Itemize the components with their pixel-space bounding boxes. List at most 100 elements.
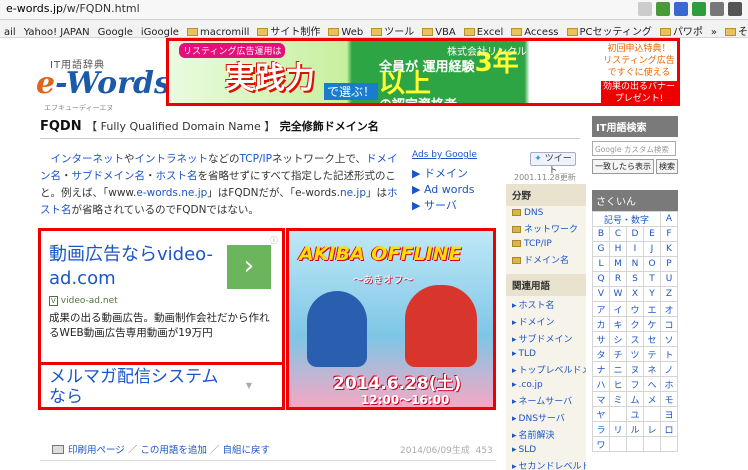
ad-link-domain[interactable]: ▶ ドメイン (412, 166, 475, 182)
akiba-offline-ad[interactable]: AKIBA OFFLINE 〜あきオフ〜 2014.6.28(土) 12:00〜… (286, 228, 496, 410)
index-cell[interactable]: T (643, 271, 661, 287)
index-cell[interactable]: ユ (626, 406, 644, 422)
ad-link-adwords[interactable]: ▶ Ad words (412, 182, 475, 198)
video-ad-url[interactable]: Vvideo-ad.net (49, 296, 118, 306)
link-subdomain[interactable]: サブドメイン名 (72, 170, 146, 182)
related-term-item[interactable]: ▸ .co.jp (506, 378, 586, 392)
ad-link-server[interactable]: ▶ サーバ (412, 198, 475, 214)
bookmark-item[interactable]: » (707, 24, 721, 37)
related-term-item[interactable]: ▸ ネームサーバ (506, 392, 586, 409)
bookmark-item[interactable]: ail (0, 24, 20, 37)
index-cell[interactable]: リ (609, 421, 627, 437)
index-cell[interactable]: ケ (643, 316, 661, 332)
address-bar[interactable]: e-words.jp/w/FQDN.html (0, 0, 748, 20)
index-cell[interactable]: K (660, 241, 678, 257)
index-cell[interactable]: R (609, 271, 627, 287)
related-term-item[interactable]: ▸ サブドメイン (506, 330, 586, 347)
bookmark-item[interactable]: ツール (367, 20, 418, 37)
index-cell[interactable]: ク (626, 316, 644, 332)
top-banner-ad[interactable]: リスティング広告運用は 実践力 で選ぶ！ 全員が 運用経験3年以上 の認定資格者 … (166, 38, 680, 106)
index-cell[interactable]: シ (609, 331, 627, 347)
bookmark-item[interactable]: Google (94, 24, 137, 37)
search-input[interactable]: Google カスタム検索 (592, 141, 676, 156)
index-cell[interactable]: ハ (592, 376, 610, 392)
index-cell[interactable]: ト (660, 346, 678, 362)
index-cell[interactable]: ヤ (592, 406, 610, 422)
index-cell[interactable]: ス (626, 331, 644, 347)
index-cell[interactable]: ヒ (609, 376, 627, 392)
index-cell[interactable]: O (643, 256, 661, 272)
related-term-item[interactable]: ▸ ホスト名 (506, 296, 586, 313)
index-cell[interactable]: V (592, 286, 610, 302)
index-cell[interactable]: カ (592, 316, 610, 332)
index-cell[interactable]: B (592, 226, 610, 242)
index-cell[interactable]: メ (643, 391, 661, 407)
index-cell[interactable]: G (592, 241, 610, 257)
index-cell[interactable]: Q (592, 271, 610, 287)
index-cell[interactable]: Z (660, 286, 678, 302)
category-item[interactable]: ドメイン名 (506, 251, 586, 268)
index-cell[interactable]: ツ (626, 346, 644, 362)
index-cell[interactable]: モ (660, 391, 678, 407)
search-button[interactable]: 検索 (656, 159, 678, 174)
index-cell[interactable]: テ (643, 346, 661, 362)
link-internet[interactable]: インターネット (51, 153, 125, 165)
index-cell[interactable]: N (626, 256, 644, 272)
category-item[interactable]: TCP/IP (506, 237, 586, 251)
related-term-item[interactable]: ▸ TLD (506, 347, 586, 361)
index-cell[interactable]: フ (626, 376, 644, 392)
index-cell[interactable]: エ (643, 301, 661, 317)
page-icon[interactable] (638, 2, 652, 16)
link-hostname[interactable]: ホスト名 (156, 170, 198, 182)
index-cell[interactable]: 記号・数字 (592, 211, 661, 227)
index-cell[interactable]: ウ (626, 301, 644, 317)
bookmark-item[interactable]: Excel (460, 24, 508, 37)
report-link[interactable]: 自組に戻す (222, 445, 270, 456)
index-cell[interactable]: X (626, 286, 644, 302)
index-cell[interactable]: I (626, 241, 644, 257)
index-cell[interactable]: ナ (592, 361, 610, 377)
index-cell[interactable]: ヌ (626, 361, 644, 377)
index-cell[interactable]: ア (592, 301, 610, 317)
index-cell[interactable]: Y (643, 286, 661, 302)
bookmark-item[interactable]: パワポ (656, 20, 707, 37)
index-cell[interactable]: キ (609, 316, 627, 332)
mailmag-ad-headline[interactable]: メルマガ配信システムなら (49, 367, 229, 407)
url-text[interactable]: e-words.jp/w/FQDN.html (6, 2, 140, 15)
extension-icon-3[interactable] (692, 2, 706, 16)
bookmark-item[interactable]: サイト制作 (253, 20, 324, 37)
link-intranet[interactable]: イントラネット (135, 153, 209, 165)
category-item[interactable]: DNS (506, 206, 586, 220)
index-cell[interactable]: レ (643, 421, 661, 437)
index-cell[interactable]: コ (660, 316, 678, 332)
index-cell[interactable]: L (592, 256, 610, 272)
exact-match-button[interactable]: 一致したら表示 (592, 159, 654, 174)
index-cell[interactable]: ル (626, 421, 644, 437)
eyedropper-icon[interactable] (710, 2, 724, 16)
site-logo[interactable]: e-Words (36, 66, 171, 101)
related-term-item[interactable]: ▸ 名前解決 (506, 426, 586, 443)
index-cell[interactable]: J (643, 241, 661, 257)
index-cell[interactable]: チ (609, 346, 627, 362)
related-term-item[interactable]: ▸ ドメイン (506, 313, 586, 330)
print-page-link[interactable]: 印刷用ページ (68, 445, 125, 456)
index-cell[interactable]: A (660, 211, 678, 227)
index-cell[interactable]: F (660, 226, 678, 242)
bookmark-item[interactable]: VBA (418, 24, 460, 37)
extension-icon-2[interactable] (674, 2, 688, 16)
index-cell[interactable]: ム (626, 391, 644, 407)
bookmark-item[interactable]: iGoogle (137, 24, 183, 37)
chevron-right-icon[interactable]: › (227, 245, 271, 289)
extension-icon-1[interactable] (656, 2, 670, 16)
bookmark-item[interactable]: macromill (183, 24, 253, 37)
bookmark-item[interactable]: Access (507, 24, 562, 37)
index-cell[interactable]: ラ (592, 421, 610, 437)
add-term-link[interactable]: この用語を追加 (140, 445, 207, 456)
index-cell[interactable]: ワ (592, 436, 610, 452)
bookmark-item[interactable]: その他 (721, 20, 748, 37)
ad-info-icon[interactable]: ⓘ (270, 235, 278, 246)
index-cell[interactable]: ニ (609, 361, 627, 377)
index-cell[interactable]: P (660, 256, 678, 272)
category-item[interactable]: ネットワーク (506, 220, 586, 237)
related-term-item[interactable]: ▸ SLD (506, 443, 586, 457)
